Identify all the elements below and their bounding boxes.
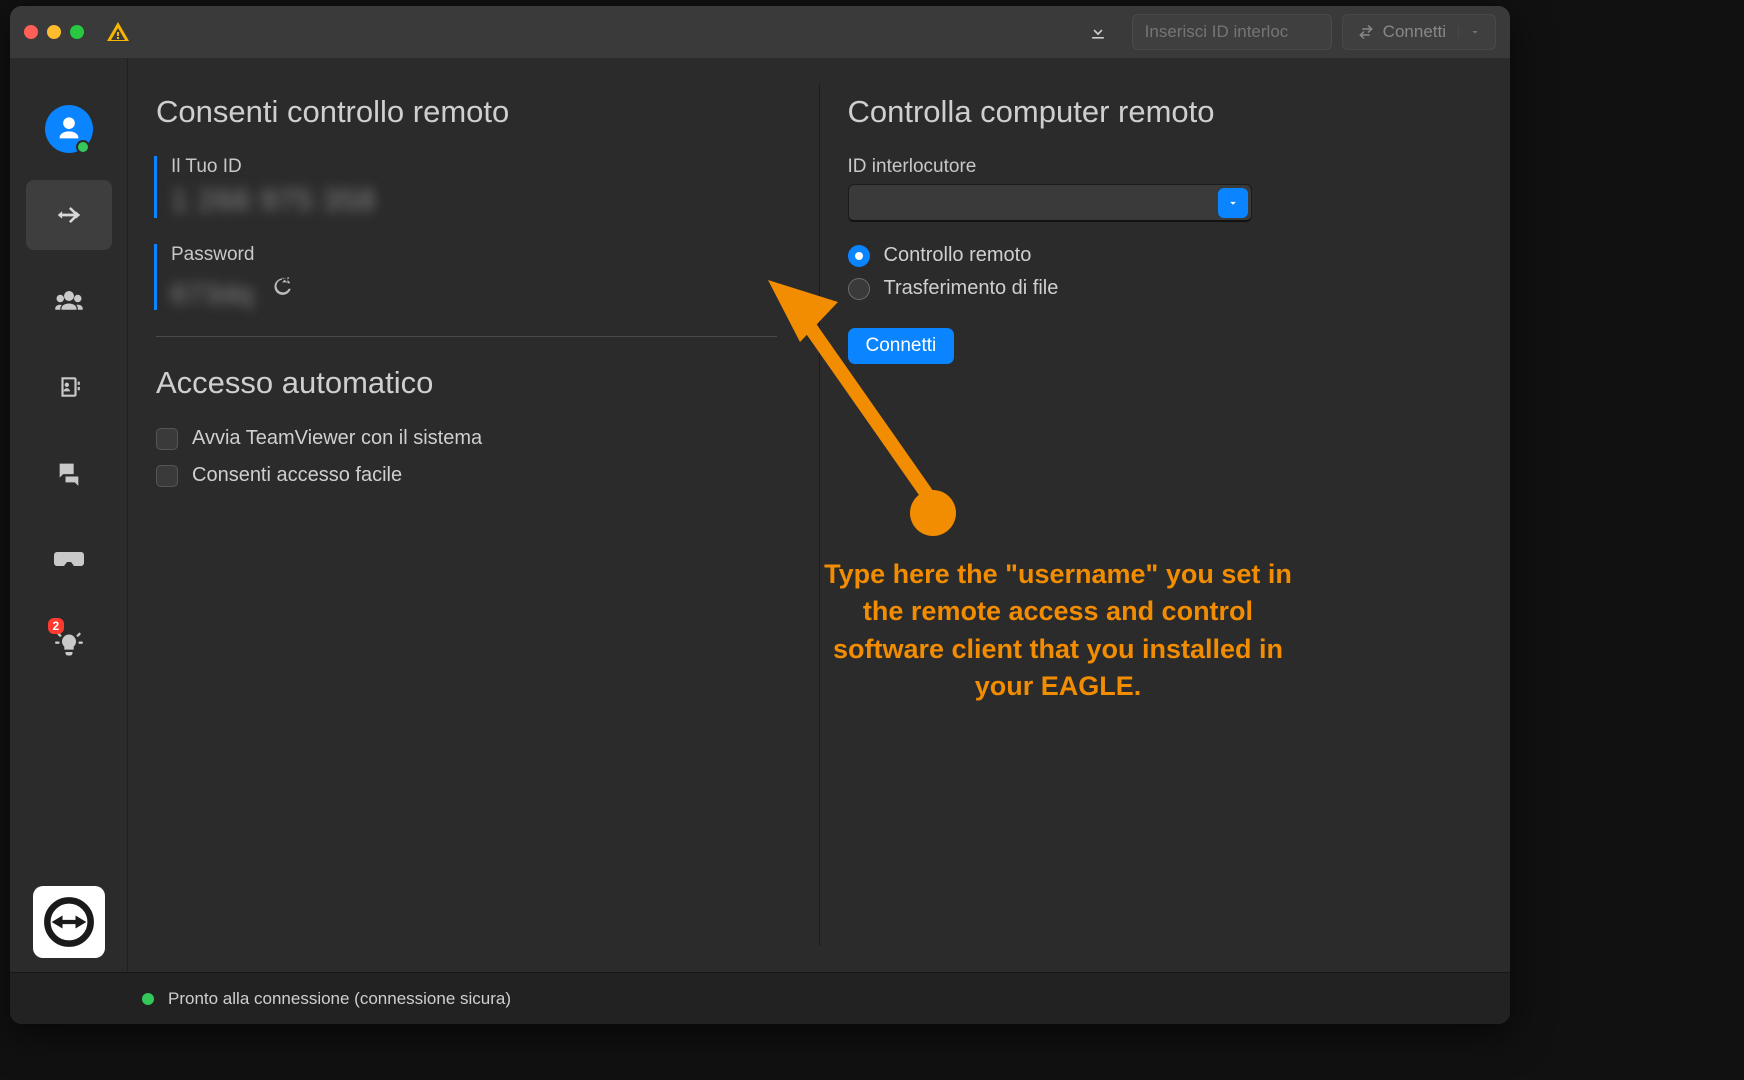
app-logo <box>33 886 105 958</box>
annotation-dot <box>910 490 956 536</box>
status-text: Pronto alla connessione (connessione sic… <box>168 989 511 1009</box>
sidebar-item-extras[interactable]: 2 <box>26 610 112 680</box>
password-value[interactable]: 673dq <box>171 278 254 310</box>
vr-glasses-icon <box>54 550 84 568</box>
file-transfer-radio-label: Trasferimento di file <box>884 277 1059 300</box>
sidebar-item-remote-control[interactable] <box>26 180 112 250</box>
refresh-password-button[interactable] <box>268 272 296 300</box>
file-transfer-radio-row[interactable]: Trasferimento di file <box>848 277 1469 300</box>
control-remote-panel: Controlla computer remoto ID interlocuto… <box>820 58 1511 972</box>
swap-icon <box>1357 23 1375 41</box>
annotation-text: Type here the "username" you set in the … <box>818 556 1298 705</box>
control-remote-heading: Controlla computer remoto <box>848 94 1469 130</box>
sidebar-item-account[interactable] <box>26 94 112 164</box>
radio-unselected[interactable] <box>848 278 870 300</box>
lightbulb-icon <box>55 631 83 659</box>
your-id-value[interactable]: 1 266 975 358 <box>171 184 777 218</box>
titlebar-connect-label: Connetti <box>1383 22 1446 42</box>
sidebar-item-meeting[interactable] <box>26 266 112 336</box>
allow-remote-heading: Consenti controllo remoto <box>156 94 777 130</box>
start-with-system-label: Avvia TeamViewer con il sistema <box>192 427 482 450</box>
easy-access-label: Consenti accesso facile <box>192 464 402 487</box>
refresh-icon <box>271 275 293 297</box>
chevron-down-icon[interactable] <box>1458 26 1481 38</box>
sidebar-item-ar[interactable] <box>26 524 112 594</box>
status-bar: Pronto alla connessione (connessione sic… <box>10 972 1510 1024</box>
partner-id-input[interactable] <box>848 184 1252 222</box>
your-id-block: Il Tuo ID 1 266 975 358 <box>154 156 777 218</box>
password-label: Password <box>171 244 777 266</box>
close-window-button[interactable] <box>24 25 38 39</box>
sidebar-item-chat[interactable] <box>26 438 112 508</box>
radio-selected[interactable] <box>848 245 870 267</box>
body: 2 Consenti controllo remoto Il Tuo ID 1 … <box>10 58 1510 972</box>
titlebar: Connetti <box>10 6 1510 58</box>
titlebar-partner-id-input[interactable] <box>1132 14 1332 50</box>
password-block: Password 673dq <box>154 244 777 310</box>
swap-horizontal-icon <box>54 200 84 230</box>
status-indicator-dot <box>142 993 154 1005</box>
easy-access-checkbox-row[interactable]: Consenti accesso facile <box>156 464 777 487</box>
allow-remote-panel: Consenti controllo remoto Il Tuo ID 1 26… <box>128 58 819 972</box>
chat-icon <box>55 459 83 487</box>
divider-line <box>156 336 777 337</box>
minimize-window-button[interactable] <box>47 25 61 39</box>
teamviewer-logo-icon <box>43 896 95 948</box>
download-icon[interactable] <box>1088 22 1108 42</box>
remote-control-radio-label: Controllo remoto <box>884 244 1032 267</box>
person-icon <box>55 115 83 143</box>
online-status-dot <box>76 140 90 154</box>
notification-badge: 2 <box>48 618 65 634</box>
partner-id-dropdown-button[interactable] <box>1218 188 1248 218</box>
titlebar-connect-button[interactable]: Connetti <box>1342 14 1496 50</box>
chevron-down-icon <box>1226 196 1240 210</box>
auto-access-heading: Accesso automatico <box>156 365 777 401</box>
maximize-window-button[interactable] <box>70 25 84 39</box>
checkbox-unchecked[interactable] <box>156 465 178 487</box>
partner-id-label: ID interlocutore <box>848 156 1469 178</box>
checkbox-unchecked[interactable] <box>156 428 178 450</box>
address-book-icon <box>56 374 82 400</box>
main: Consenti controllo remoto Il Tuo ID 1 26… <box>128 58 1510 972</box>
remote-control-radio-row[interactable]: Controllo remoto <box>848 244 1469 267</box>
app-window: Connetti <box>10 6 1510 1024</box>
partner-id-field-wrap <box>848 184 1252 222</box>
sidebar: 2 <box>10 58 128 972</box>
people-icon <box>54 286 84 316</box>
sidebar-item-contacts[interactable] <box>26 352 112 422</box>
warning-icon <box>106 20 130 44</box>
connect-button[interactable]: Connetti <box>848 328 955 364</box>
your-id-label: Il Tuo ID <box>171 156 777 178</box>
window-controls <box>24 25 84 39</box>
start-with-system-checkbox-row[interactable]: Avvia TeamViewer con il sistema <box>156 427 777 450</box>
